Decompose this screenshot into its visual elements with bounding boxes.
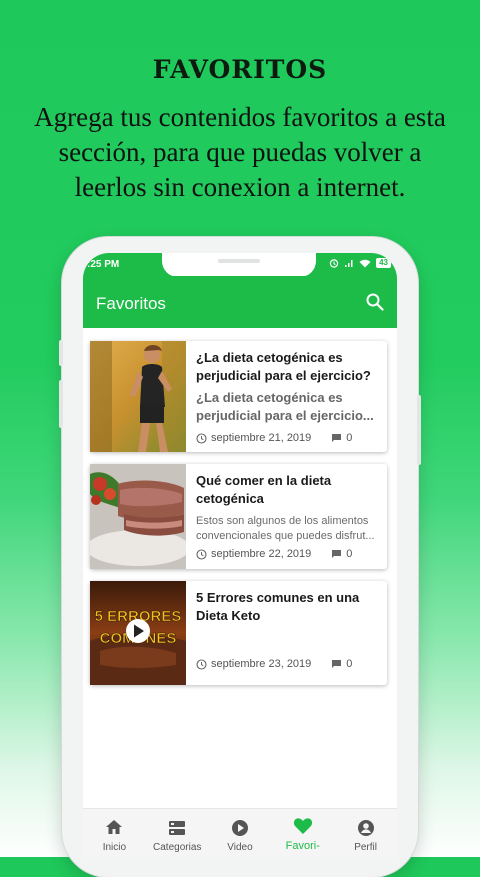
nav-label: Perfil bbox=[354, 842, 377, 853]
battery-icon: 43 bbox=[376, 258, 391, 268]
nav-item-inicio[interactable]: Inicio bbox=[83, 809, 146, 857]
wifi-icon bbox=[359, 259, 371, 267]
phone-side-button bbox=[59, 340, 63, 366]
article-card[interactable]: 5 ERRORES COMUNES 5 Errores comunes en u… bbox=[90, 581, 387, 685]
article-meta: septiembre 23, 2019 0 bbox=[196, 658, 352, 670]
clock-icon bbox=[196, 658, 207, 670]
article-excerpt: ¿La dieta cetogénica es perjudicial para… bbox=[196, 390, 374, 423]
comment-icon bbox=[332, 660, 342, 668]
clock-icon bbox=[196, 548, 207, 560]
home-icon bbox=[106, 820, 123, 834]
article-card[interactable]: Qué comer en la dieta cetogénica Estos s… bbox=[90, 464, 387, 569]
nav-label: Categorias bbox=[153, 842, 202, 853]
promo-subtitle: Agrega tus contenidos favoritos a esta s… bbox=[34, 102, 446, 202]
article-thumbnail bbox=[90, 464, 186, 569]
article-title[interactable]: Qué comer en la dieta cetogénica bbox=[196, 472, 382, 508]
clock-icon bbox=[196, 432, 207, 444]
article-date: septiembre 23, 2019 bbox=[211, 658, 312, 670]
promo-title: FAVORITOS bbox=[152, 55, 328, 84]
app-bar-title: Favoritos bbox=[96, 294, 166, 313]
comment-icon bbox=[332, 550, 342, 558]
nav-item-categorias[interactable]: Categorias bbox=[146, 809, 209, 857]
nav-item-perfil[interactable]: Perfil bbox=[334, 809, 397, 857]
article-thumbnail bbox=[90, 341, 186, 452]
alarm-icon bbox=[329, 259, 339, 268]
account-icon bbox=[357, 820, 374, 836]
phone-notch bbox=[162, 253, 316, 277]
status-time: :25 PM bbox=[87, 259, 120, 270]
article-date: septiembre 21, 2019 bbox=[211, 432, 312, 444]
search-icon[interactable] bbox=[365, 292, 385, 312]
comment-count: 0 bbox=[346, 658, 353, 670]
phone-side-button bbox=[59, 380, 63, 428]
nav-label: Inicio bbox=[102, 842, 127, 853]
nav-label: Video bbox=[227, 842, 253, 853]
play-circle-icon bbox=[231, 820, 248, 836]
article-title[interactable]: 5 Errores comunes en una Dieta Keto bbox=[196, 589, 382, 625]
nav-item-video[interactable]: Video bbox=[209, 809, 272, 857]
article-excerpt: Estos son algunos de los alimentos conve… bbox=[196, 515, 375, 542]
phone-side-button bbox=[417, 395, 421, 465]
heart-icon bbox=[293, 818, 312, 834]
comment-icon bbox=[332, 434, 342, 442]
comment-count: 0 bbox=[346, 548, 353, 560]
article-meta: septiembre 22, 2019 0 bbox=[196, 548, 352, 560]
bottom-navigation: Inicio Categorias Video Favori- Perfil bbox=[83, 808, 397, 857]
article-date: septiembre 22, 2019 bbox=[211, 548, 312, 560]
phone-screen: :25 PM 43 Favoritos ¿La dieta cetogénica… bbox=[83, 253, 397, 857]
signal-icon bbox=[345, 259, 353, 267]
categories-icon bbox=[169, 821, 186, 835]
article-card[interactable]: ¿La dieta cetogénica es perjudicial para… bbox=[90, 341, 387, 452]
article-meta: septiembre 21, 2019 0 bbox=[196, 432, 352, 444]
article-title[interactable]: ¿La dieta cetogénica es perjudicial para… bbox=[196, 349, 382, 385]
nav-item-favoritos[interactable]: Favori- bbox=[271, 809, 334, 857]
nav-label: Favori- bbox=[285, 840, 320, 852]
comment-count: 0 bbox=[346, 432, 353, 444]
app-bar: Favoritos bbox=[83, 276, 397, 328]
article-thumbnail: 5 ERRORES COMUNES bbox=[90, 581, 186, 685]
